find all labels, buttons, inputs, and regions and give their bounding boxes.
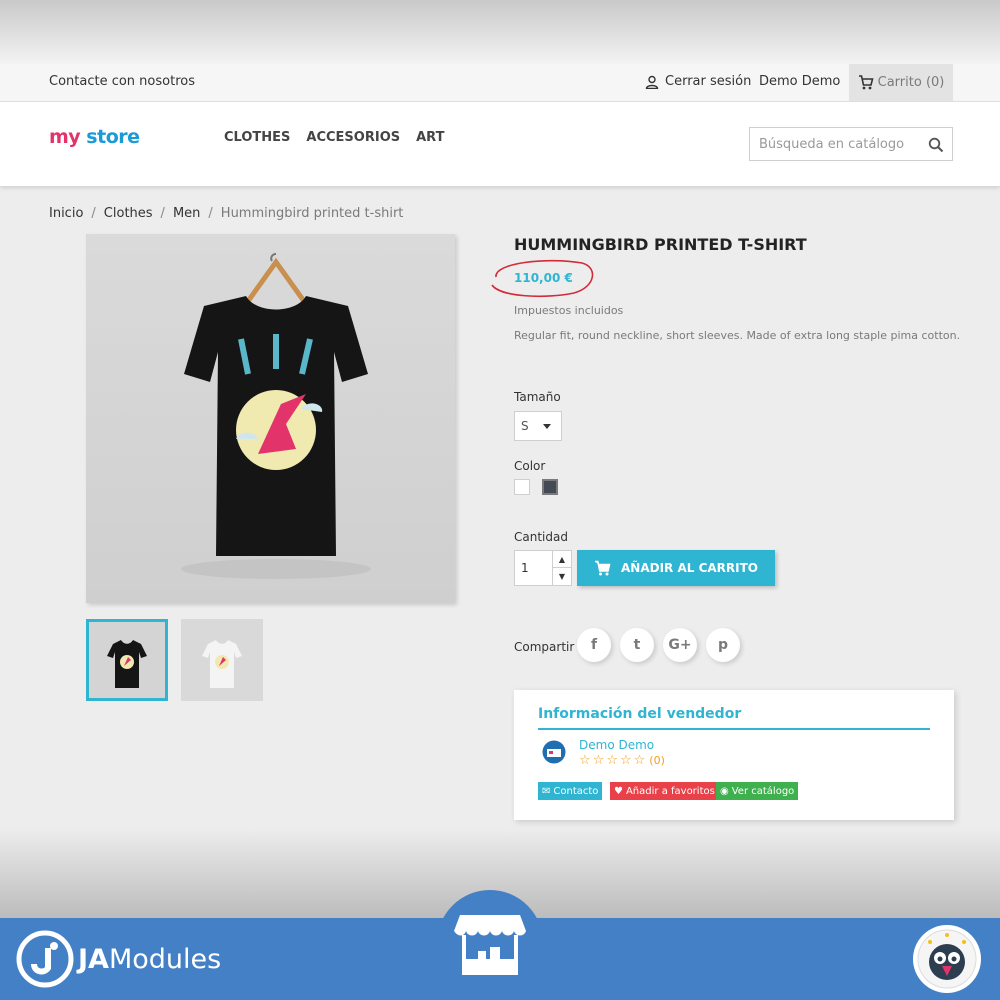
facebook-glyph: f [590, 637, 598, 653]
star-empty-icon: ☆ [592, 753, 605, 768]
tshirt-white-thumbnail [202, 640, 242, 688]
product-thumbnail-2[interactable] [181, 619, 263, 701]
tax-note: Impuestos incluidos [514, 304, 624, 317]
pinterest-share-icon[interactable]: p [706, 628, 740, 662]
cart-icon [858, 75, 874, 90]
market-stall-icon [454, 915, 526, 975]
menu-item-accesorios[interactable]: ACCESORIOS [306, 130, 400, 145]
menu-item-clothes[interactable]: CLOTHES [224, 130, 290, 145]
user-icon [645, 75, 659, 89]
menu-item-art[interactable]: ART [416, 130, 444, 145]
size-value: S [521, 419, 529, 433]
seller-title-divider [538, 728, 930, 730]
seller-name-link[interactable]: Demo Demo [579, 738, 654, 752]
prestashop-puffin-icon [917, 929, 977, 989]
cart-button[interactable]: Carrito (0) [849, 64, 953, 101]
rating-count: (0) [649, 754, 665, 767]
googleplus-share-icon[interactable]: G+ [663, 628, 697, 662]
color-label: Color [514, 459, 546, 473]
top-background [0, 0, 1000, 64]
add-favorite-label: Añadir a favoritos [625, 785, 715, 797]
color-swatch-black[interactable] [542, 479, 558, 495]
cart-icon [595, 560, 611, 576]
search-icon[interactable] [928, 137, 944, 153]
eye-icon: ◉ [720, 785, 729, 797]
add-to-cart-button[interactable]: AÑADIR AL CARRITO [577, 550, 775, 586]
jamodules-bold: JA [78, 943, 109, 975]
site-header: my store CLOTHES ACCESORIOS ART [0, 102, 1000, 186]
search-input[interactable] [750, 128, 920, 160]
breadcrumb-separator: / [208, 206, 213, 221]
search-box [749, 127, 953, 161]
product-price: 110,00 € [514, 271, 573, 285]
logout-link[interactable]: Cerrar sesión [645, 74, 751, 89]
breadcrumb-home[interactable]: Inicio [49, 206, 83, 221]
logo-part-2: store [80, 126, 140, 148]
add-favorite-button[interactable]: ♥ Añadir a favoritos [610, 782, 719, 800]
seller-info-title: Información del vendedor [538, 706, 742, 722]
twitter-share-icon[interactable]: t [620, 628, 654, 662]
envelope-icon: ✉ [542, 785, 551, 797]
jamodules-wordmark: JAModules [78, 944, 221, 975]
breadcrumb-men[interactable]: Men [173, 206, 200, 221]
prestashop-badge [913, 925, 981, 993]
breadcrumb-clothes[interactable]: Clothes [104, 206, 153, 221]
breadcrumb-current: Hummingbird printed t-shirt [220, 206, 404, 221]
jamodules-rest: Modules [108, 943, 222, 975]
logout-label: Cerrar sesión [665, 74, 752, 89]
breadcrumb: Inicio / Clothes / Men / Hummingbird pri… [49, 206, 403, 221]
star-empty-icon: ☆ [633, 753, 646, 768]
marketplace-badge [437, 890, 543, 996]
product-description: Regular fit, round neckline, short sleev… [514, 329, 961, 342]
seller-info-panel: Información del vendedor Demo Demo ☆ ☆ ☆… [514, 690, 954, 820]
logo-part-1: my [49, 126, 81, 148]
quantity-label: Cantidad [514, 530, 568, 544]
cart-label: Carrito (0) [877, 75, 945, 90]
view-catalog-button[interactable]: ◉ Ver catálogo [716, 782, 799, 800]
breadcrumb-separator: / [160, 206, 165, 221]
breadcrumb-separator: / [91, 206, 96, 221]
color-swatch-white[interactable] [514, 479, 530, 495]
account-link[interactable]: Demo Demo [759, 74, 840, 89]
product-thumbnail-1[interactable] [86, 619, 168, 701]
seller-avatar-icon [542, 740, 566, 764]
quantity-input[interactable] [515, 551, 553, 585]
quantity-up-icon[interactable]: ▲ [553, 551, 571, 568]
top-nav-bar: Contacte con nosotros Cerrar sesión Demo… [0, 64, 1000, 102]
pinterest-glyph: p [717, 637, 729, 653]
tshirt-image [181, 253, 371, 579]
caret-down-icon [543, 424, 551, 429]
size-label: Tamaño [514, 390, 561, 404]
heart-icon: ♥ [614, 785, 623, 797]
view-catalog-label: Ver catálogo [731, 785, 795, 797]
store-logo[interactable]: my store [49, 126, 140, 148]
tshirt-black-thumbnail [107, 640, 147, 688]
twitter-glyph: t [633, 637, 641, 653]
main-menu: CLOTHES ACCESORIOS ART [224, 130, 444, 145]
contact-link[interactable]: Contacte con nosotros [49, 74, 195, 89]
star-empty-icon: ☆ [606, 753, 618, 768]
contact-seller-button[interactable]: ✉ Contacto [538, 782, 603, 800]
googleplus-glyph: G+ [668, 637, 692, 653]
star-empty-icon: ☆ [619, 753, 632, 768]
add-to-cart-label: AÑADIR AL CARRITO [621, 561, 758, 575]
share-label: Compartir [514, 640, 575, 654]
product-title: HUMMINGBIRD PRINTED T-SHIRT [514, 235, 807, 254]
product-main-image[interactable] [86, 234, 455, 603]
quantity-spinner: ▲ ▼ [552, 551, 571, 585]
facebook-share-icon[interactable]: f [577, 628, 611, 662]
quantity-down-icon[interactable]: ▼ [553, 568, 571, 585]
jamodules-logo: JAModules [16, 930, 221, 988]
star-empty-icon: ☆ [579, 753, 591, 768]
size-select[interactable]: S [514, 411, 562, 441]
seller-rating: ☆ ☆ ☆ ☆ ☆ (0) [579, 753, 665, 768]
contact-seller-label: Contacto [553, 785, 599, 797]
quantity-stepper: ▲ ▼ [514, 550, 572, 586]
jamodules-logo-icon [16, 930, 74, 988]
